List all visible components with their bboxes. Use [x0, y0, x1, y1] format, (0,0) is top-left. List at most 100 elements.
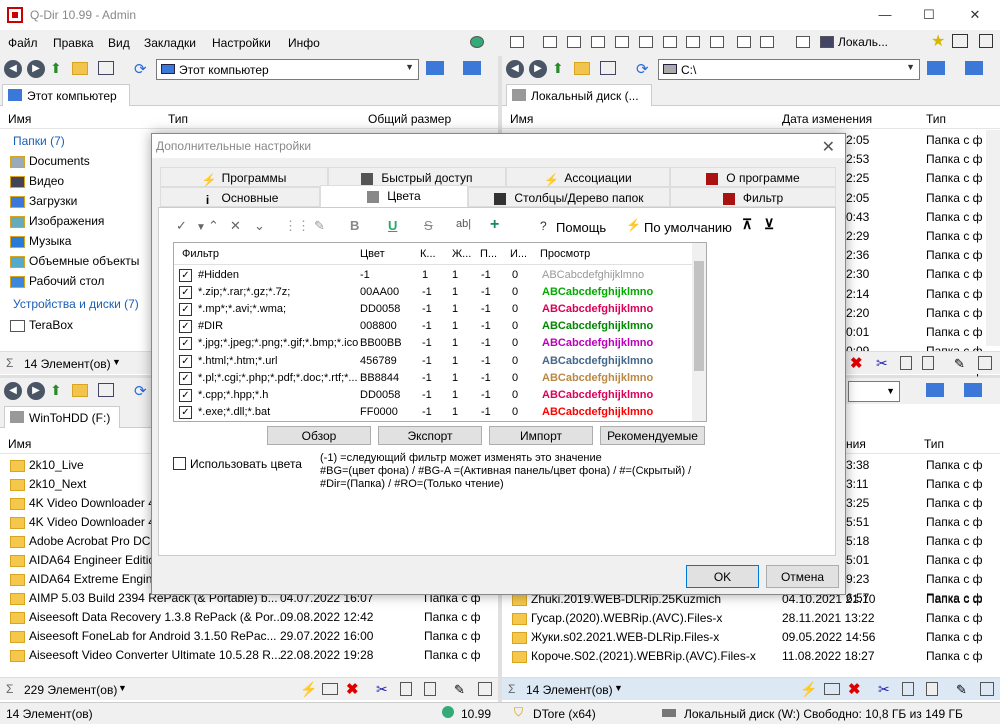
grid-row[interactable]: ✓ *.jpg;*.jpeg;*.png;*.gif;*.bmp;*.ico BB0…	[174, 335, 694, 352]
export-button[interactable]: Экспорт	[378, 426, 482, 445]
list-item[interactable]: TeraBox	[10, 318, 73, 337]
status-count[interactable]: 229 Элемент(ов)	[24, 683, 117, 697]
view-icon[interactable]	[98, 61, 114, 75]
paste-icon[interactable]	[424, 682, 436, 696]
table-row[interactable]: Жуки.s02.2021.WEB-DLRip.Files-x	[512, 630, 768, 649]
tab-quick-access[interactable]: Быстрый доступ	[328, 167, 506, 187]
tab-programs[interactable]: ⚡ Программы	[160, 167, 328, 187]
col-name[interactable]: Имя	[8, 437, 31, 451]
text-icon[interactable]: ab|	[456, 218, 471, 230]
minimize-button[interactable]: —	[862, 0, 908, 30]
globe-icon[interactable]	[442, 706, 454, 718]
tab-associations[interactable]: ⚡ Ассоциации	[506, 167, 670, 187]
layout-vertical-icon[interactable]	[615, 36, 629, 48]
col-size[interactable]: Общий размер	[368, 112, 451, 126]
layout-a-icon[interactable]	[686, 36, 700, 48]
tab-local-disk[interactable]: Локальный диск (...	[506, 84, 652, 106]
back-icon[interactable]: ◀	[4, 60, 22, 78]
browse-button[interactable]: Обзор	[267, 426, 371, 445]
refresh-icon[interactable]: ⟳	[134, 60, 147, 78]
remove-icon[interactable]: ✕	[230, 218, 241, 234]
lightning-icon[interactable]: ⚡	[800, 681, 817, 698]
monitor2-icon[interactable]	[463, 61, 481, 75]
row-checkbox[interactable]: ✓	[179, 337, 192, 351]
grid-col-filter[interactable]: Фильтр	[182, 248, 219, 260]
arrow-down-icon[interactable]: ⌄	[254, 218, 265, 234]
properties-icon[interactable]	[980, 682, 994, 696]
grid-row[interactable]: ✓ #DIR 008800 -1 1 -1 0 ABCabcdefghijklmno	[174, 318, 694, 335]
cut-icon[interactable]: ✂	[878, 681, 890, 698]
arrow-up-icon[interactable]: ⌃	[208, 218, 219, 234]
grid-col-k[interactable]: К...	[420, 248, 436, 260]
grid-scrollbar[interactable]	[692, 243, 706, 421]
mail-icon[interactable]	[322, 683, 338, 695]
import-button[interactable]: Импорт	[489, 426, 593, 445]
row-checkbox[interactable]: ✓	[179, 354, 192, 368]
rename-icon[interactable]: ✎	[956, 682, 967, 698]
row-checkbox[interactable]: ✓	[179, 320, 192, 334]
list-item[interactable]: Изображения	[10, 214, 104, 233]
rename-icon[interactable]: ✎	[454, 682, 465, 698]
monitor-icon[interactable]	[426, 61, 444, 75]
filter-grid[interactable]: Фильтр Цвет К... Ж... П... И... Просмотр…	[173, 242, 707, 422]
help-button[interactable]: Помощь	[556, 220, 606, 235]
layout-4-icon[interactable]	[591, 36, 605, 48]
layout-e-icon[interactable]	[796, 36, 810, 48]
list-item[interactable]: Рабочий стол	[10, 274, 104, 293]
recommended-button[interactable]: Рекомендуемые	[600, 426, 705, 445]
row-checkbox[interactable]: ✓	[179, 269, 192, 282]
grid-col-i[interactable]: И...	[510, 248, 527, 260]
default-button[interactable]: По умолчанию	[644, 220, 732, 235]
grid-row[interactable]: ✓ *.html;*.htm;*.url 456789 -1 1 -1 0 ABCabcdef…	[174, 353, 694, 370]
grid-row[interactable]: ✓ *.pl;*.cgi;*.php;*.pdf;*.doc;*.rtf;*...…	[174, 370, 694, 387]
monitor-icon[interactable]	[926, 383, 944, 397]
row-checkbox[interactable]: ✓	[179, 286, 192, 300]
tab-about[interactable]: О программе	[670, 167, 836, 187]
layout-single-icon[interactable]	[663, 36, 677, 48]
scroll-thumb[interactable]	[694, 261, 704, 371]
chevron-down-icon[interactable]: ▼	[112, 357, 121, 367]
col-type[interactable]: Тип	[168, 112, 188, 126]
refresh-icon[interactable]: ⟳	[636, 60, 649, 78]
delete-icon[interactable]: ✖	[850, 354, 863, 372]
menu-edit[interactable]: Правка	[53, 36, 94, 50]
list-item[interactable]: Видео	[10, 174, 64, 193]
tab-wintohdd[interactable]: WinToHDD (F:)	[4, 406, 120, 428]
view-icon[interactable]	[600, 61, 616, 75]
layout-b-icon[interactable]	[710, 36, 724, 48]
row-checkbox[interactable]: ✓	[179, 388, 192, 402]
list-item[interactable]: Загрузки	[10, 194, 77, 213]
layout-c-icon[interactable]	[737, 36, 751, 48]
rename-icon[interactable]: ✎	[954, 356, 965, 372]
back-icon[interactable]: ◀	[4, 382, 22, 400]
bold-icon[interactable]: B	[350, 218, 359, 233]
menu-file[interactable]: Файл	[8, 36, 38, 50]
paste-icon[interactable]	[922, 356, 934, 370]
layout-3-icon[interactable]	[567, 36, 581, 48]
chevron-down-icon[interactable]: ▼	[614, 683, 623, 693]
tab-this-pc[interactable]: Этот компьютер	[2, 84, 130, 106]
col-type[interactable]: Тип	[924, 437, 944, 451]
tab-columns-tree[interactable]: Столбцы/Дерево папок	[468, 187, 670, 207]
lightning-icon[interactable]: ⚡	[300, 681, 317, 698]
row-checkbox[interactable]: ✓	[179, 405, 192, 419]
col-date[interactable]: ния	[846, 437, 866, 451]
delete-icon[interactable]: ✖	[346, 680, 359, 698]
grid-row[interactable]: ✓ *.zip;*.rar;*.gz;*.7z; 00AA00 -1 1 -1 0 ABCab…	[174, 284, 694, 301]
scrollbar-tr[interactable]	[986, 130, 1000, 346]
star-icon[interactable]: ★	[931, 31, 945, 51]
grid-col-p[interactable]: П...	[480, 248, 497, 260]
grid-icon[interactable]: ⋮⋮	[284, 218, 310, 234]
table-row[interactable]: Гусар.(2020).WEBRip.(AVC).Files-x	[512, 611, 768, 630]
forward-icon[interactable]: ▶	[27, 60, 45, 78]
properties-icon[interactable]	[978, 356, 992, 370]
up-icon[interactable]: ⬆	[50, 60, 62, 77]
col-name[interactable]: Имя	[510, 112, 533, 126]
list-item[interactable]: Documents	[10, 154, 90, 173]
layout-d-icon[interactable]	[760, 36, 774, 48]
tab-general[interactable]: i Основные	[160, 187, 320, 207]
address-box-tl[interactable]: Этот компьютер ▼	[156, 59, 419, 80]
grid-row[interactable]: ✓ #Hidden -1 1 1 -1 0 ABCabcdefghijklmno	[174, 267, 694, 284]
add-icon[interactable]: +	[490, 216, 499, 234]
new-folder-icon[interactable]	[72, 384, 88, 397]
